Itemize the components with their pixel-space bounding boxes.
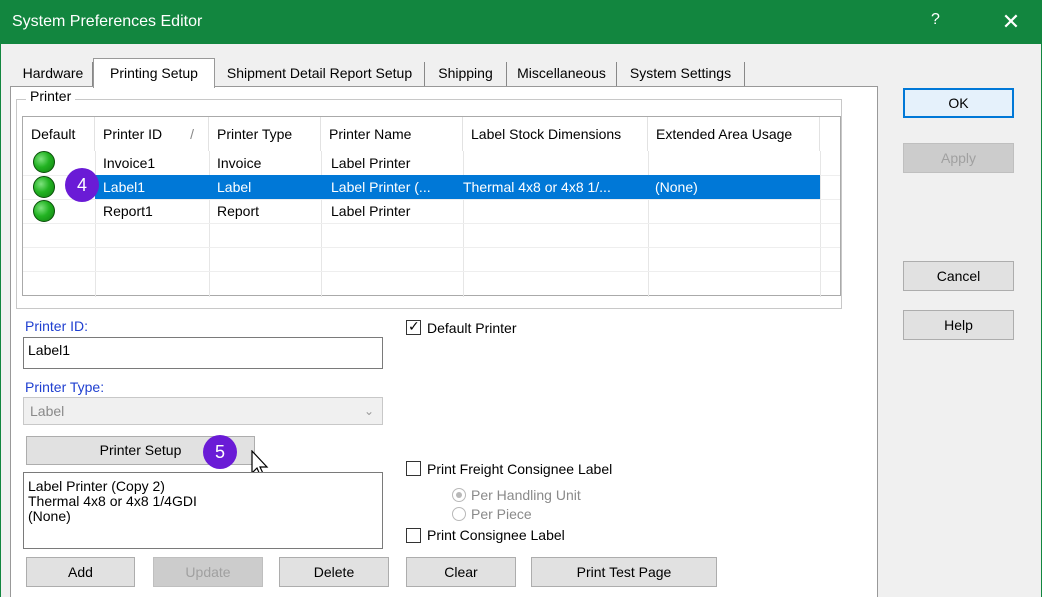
default-printer-checkbox[interactable]: ✓ xyxy=(406,318,421,335)
printer-id-label: Printer ID: xyxy=(25,318,89,334)
print-consignee-label-label: Print Consignee Label xyxy=(427,527,565,543)
cell-label-stock-dimensions: Thermal 4x8 or 4x8 1/... xyxy=(463,179,611,195)
info-line-dimensions: Thermal 4x8 or 4x8 1/4GDI xyxy=(28,493,197,509)
help-button[interactable]: Help xyxy=(903,310,1014,340)
cell-printer-id: Report1 xyxy=(103,203,153,219)
table-row[interactable]: Report1 Report Label Printer xyxy=(23,199,840,223)
print-consignee-label-checkbox[interactable] xyxy=(406,528,421,543)
cell-printer-type: Label xyxy=(217,179,252,195)
cell-printer-name: Label Printer xyxy=(331,203,411,219)
clear-button[interactable]: Clear xyxy=(406,557,516,587)
column-header-default[interactable]: Default xyxy=(23,117,95,151)
printer-table[interactable]: Default Printer ID / Printer Type Printe… xyxy=(22,116,841,297)
default-printer-label: Default Printer xyxy=(427,320,517,336)
cell-printer-id: Invoice1 xyxy=(103,155,156,171)
tab-printing-setup[interactable]: Printing Setup xyxy=(93,58,215,88)
chevron-down-icon: ⌄ xyxy=(363,404,374,418)
tab-shipping[interactable]: Shipping xyxy=(425,62,507,86)
ok-button[interactable]: OK xyxy=(903,88,1014,118)
radio-selected-dot xyxy=(456,492,462,498)
table-row-selected[interactable]: Label1 Label Label Printer (... Thermal … xyxy=(95,175,820,199)
tab-system-settings[interactable]: System Settings xyxy=(617,62,745,86)
checkmark-icon: ✓ xyxy=(408,318,420,334)
apply-button[interactable]: Apply xyxy=(903,143,1014,173)
column-header-extended-area-usage[interactable]: Extended Area Usage xyxy=(648,117,820,151)
printer-type-dropdown[interactable]: Label ⌄ xyxy=(23,397,383,425)
print-freight-consignee-label-label: Print Freight Consignee Label xyxy=(427,461,613,477)
delete-button[interactable]: Delete xyxy=(279,557,389,587)
cell-printer-id: Label1 xyxy=(103,179,146,195)
per-piece-radio[interactable] xyxy=(452,507,466,521)
column-header-label-stock-dimensions[interactable]: Label Stock Dimensions xyxy=(463,117,648,151)
step-5-callout-badge: 5 xyxy=(203,435,237,469)
column-header-printer-name[interactable]: Printer Name xyxy=(321,117,463,151)
info-line-printer: Label Printer (Copy 2) xyxy=(28,478,165,494)
cell-printer-type: Report xyxy=(217,203,260,219)
step-4-callout-badge: 4 xyxy=(65,168,99,202)
info-line-extended: (None) xyxy=(28,508,71,524)
printer-type-selected-value: Label xyxy=(30,403,65,419)
tab-miscellaneous[interactable]: Miscellaneous xyxy=(507,62,617,86)
table-row[interactable]: Invoice1 Invoice Label Printer xyxy=(23,151,840,175)
row-divider xyxy=(23,271,840,272)
printer-info-box: Label Printer (Copy 2) Thermal 4x8 or 4x… xyxy=(23,472,383,549)
tab-hardware[interactable]: Hardware xyxy=(14,62,93,86)
cell-printer-name: Label Printer (... xyxy=(331,179,431,195)
per-piece-label: Per Piece xyxy=(471,506,532,522)
close-button[interactable]: ✕ xyxy=(996,7,1026,37)
green-circle-icon xyxy=(33,151,55,173)
cancel-button[interactable]: Cancel xyxy=(903,261,1014,291)
green-circle-icon xyxy=(33,176,55,198)
cell-printer-name: Label Printer xyxy=(331,155,411,171)
printer-id-field[interactable]: Label1 xyxy=(23,337,383,369)
per-handling-unit-radio[interactable] xyxy=(452,488,466,502)
green-circle-icon xyxy=(33,200,55,222)
column-header-printer-type[interactable]: Printer Type xyxy=(209,117,321,151)
sort-indicator-icon: / xyxy=(190,126,194,142)
window-title: System Preferences Editor xyxy=(12,13,203,30)
per-handling-unit-label: Per Handling Unit xyxy=(471,487,581,503)
row-divider xyxy=(23,247,840,248)
row-divider xyxy=(23,223,840,224)
print-freight-consignee-label-checkbox[interactable] xyxy=(406,461,421,476)
title-bar: System Preferences Editor ? ✕ xyxy=(0,0,1042,44)
column-header-printer-id[interactable]: Printer ID / xyxy=(95,117,209,151)
cell-printer-type: Invoice xyxy=(217,155,262,171)
tab-shipment-detail-report-setup[interactable]: Shipment Detail Report Setup xyxy=(215,62,425,86)
help-title-button[interactable]: ? xyxy=(931,11,940,29)
add-button[interactable]: Add xyxy=(26,557,135,587)
cell-extended-area-usage: (None) xyxy=(655,179,698,195)
update-button[interactable]: Update xyxy=(153,557,263,587)
printer-type-label: Printer Type: xyxy=(25,379,105,395)
window-border xyxy=(0,44,1,597)
printer-group-label: Printer xyxy=(26,88,76,104)
column-header-label: Printer ID xyxy=(103,126,163,142)
print-test-page-button[interactable]: Print Test Page xyxy=(531,557,717,587)
